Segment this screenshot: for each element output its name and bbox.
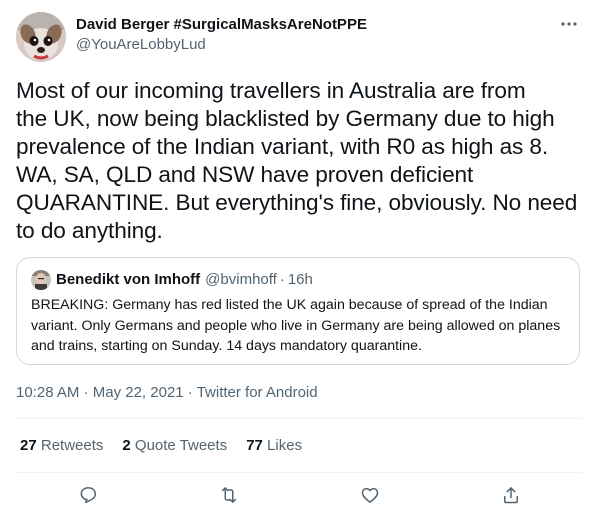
reply-icon <box>80 487 97 504</box>
retweet-icon <box>222 487 236 503</box>
tweet-text: Most of our incoming travellers in Austr… <box>16 78 578 243</box>
like-icon <box>361 487 379 503</box>
quoted-author-avatar <box>31 270 51 290</box>
author-handle[interactable]: @YouAreLobbyLud <box>76 35 367 55</box>
likes-label: Likes <box>267 437 303 454</box>
quoted-display-name: Benedikt von Imhoff <box>56 271 201 288</box>
tweet-time[interactable]: 10:28 AM <box>16 384 79 401</box>
retweet-button[interactable] <box>216 482 242 508</box>
tweet-source[interactable]: Twitter for Android <box>197 384 318 401</box>
likes-stat[interactable]: 77 Likes <box>246 436 302 456</box>
likes-count: 77 <box>246 437 263 454</box>
tweet-stats: 27 Retweets 2 Quote Tweets 77 Likes <box>20 436 321 456</box>
tweet-actions <box>0 482 598 508</box>
divider <box>16 472 582 473</box>
retweets-stat[interactable]: 27 Retweets <box>20 436 103 456</box>
quote-tweets-count: 2 <box>122 437 131 454</box>
author-avatar[interactable] <box>16 12 66 62</box>
like-button[interactable] <box>357 482 383 508</box>
author-names: David Berger #SurgicalMasksAreNotPPE @Yo… <box>76 15 367 55</box>
quoted-time: 16h <box>287 271 313 288</box>
tweet-date[interactable]: May 22, 2021 <box>93 384 184 401</box>
meta-separator: · <box>183 384 197 401</box>
tweet-header: David Berger #SurgicalMasksAreNotPPE @Yo… <box>16 12 367 62</box>
dog-avatar-icon <box>16 12 66 62</box>
quoted-tweet-header: Benedikt von Imhoff @bvimhoff · 16h <box>31 270 313 290</box>
quoted-tweet[interactable]: Benedikt von Imhoff @bvimhoff · 16h BREA… <box>16 257 580 365</box>
tweet: David Berger #SurgicalMasksAreNotPPE @Yo… <box>0 0 598 519</box>
share-icon <box>504 487 518 504</box>
more-options-button[interactable] <box>558 14 580 34</box>
retweets-count: 27 <box>20 437 37 454</box>
person-avatar-icon <box>31 270 51 290</box>
more-icon <box>561 22 577 26</box>
quoted-tweet-text: BREAKING: Germany has red listed the UK … <box>31 297 561 354</box>
quoted-separator: · <box>279 271 285 288</box>
share-button[interactable] <box>498 482 524 508</box>
retweets-label: Retweets <box>40 437 104 454</box>
reply-button[interactable] <box>75 482 101 508</box>
tweet-meta: 10:28 AM · May 22, 2021 · Twitter for An… <box>16 383 318 403</box>
author-display-name[interactable]: David Berger #SurgicalMasksAreNotPPE <box>76 15 367 35</box>
quoted-handle: @bvimhoff <box>205 271 277 288</box>
meta-separator: · <box>79 384 93 401</box>
quote-tweets-stat[interactable]: 2 Quote Tweets <box>122 436 227 456</box>
divider <box>16 418 582 419</box>
quote-tweets-label: Quote Tweets <box>134 437 228 454</box>
